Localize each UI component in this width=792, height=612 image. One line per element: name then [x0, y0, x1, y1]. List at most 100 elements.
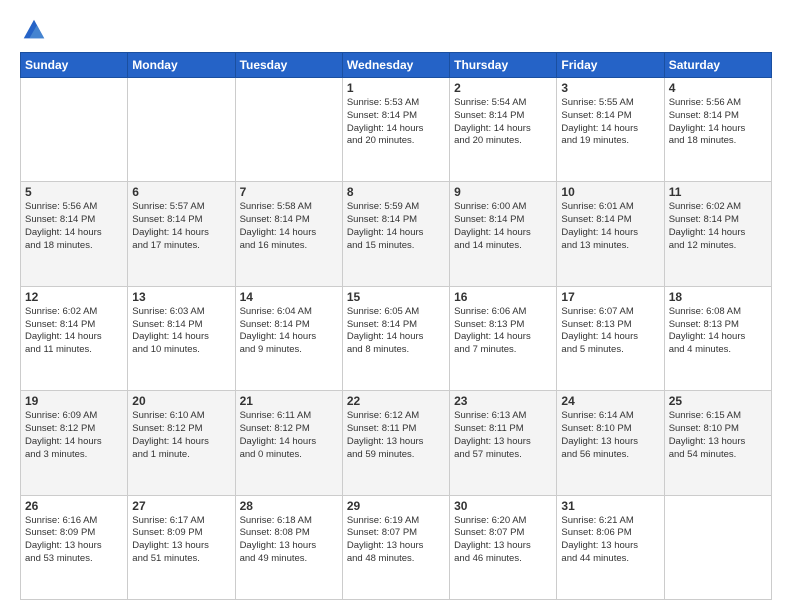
day-info: Sunrise: 6:14 AM Sunset: 8:10 PM Dayligh… [561, 410, 659, 461]
day-number: 13 [132, 290, 230, 304]
day-info: Sunrise: 6:09 AM Sunset: 8:12 PM Dayligh… [25, 410, 123, 461]
day-number: 1 [347, 81, 445, 95]
calendar-cell: 23 Sunrise: 6:13 AM Sunset: 8:11 PM Dayli… [450, 391, 557, 495]
day-info: Sunrise: 5:57 AM Sunset: 8:14 PM Dayligh… [132, 201, 230, 252]
day-number: 22 [347, 394, 445, 408]
day-info: Sunrise: 6:02 AM Sunset: 8:14 PM Dayligh… [669, 201, 767, 252]
calendar-cell [664, 495, 771, 599]
day-info: Sunrise: 6:10 AM Sunset: 8:12 PM Dayligh… [132, 410, 230, 461]
day-info: Sunrise: 6:08 AM Sunset: 8:13 PM Dayligh… [669, 306, 767, 357]
calendar-cell: 21 Sunrise: 6:11 AM Sunset: 8:12 PM Dayli… [235, 391, 342, 495]
day-number: 27 [132, 499, 230, 513]
calendar-cell: 20Sunrise: 6:10 AM Sunset: 8:12 PM Dayli… [128, 391, 235, 495]
day-info: Sunrise: 6:02 AM Sunset: 8:14 PM Dayligh… [25, 306, 123, 357]
day-info: Sunrise: 6:20 AM Sunset: 8:07 PM Dayligh… [454, 515, 552, 566]
day-number: 25 [669, 394, 767, 408]
calendar-cell: 12 Sunrise: 6:02 AM Sunset: 8:14 PM Dayli… [21, 286, 128, 390]
day-number: 12 [25, 290, 123, 304]
calendar-cell: 30 Sunrise: 6:20 AM Sunset: 8:07 PM Dayli… [450, 495, 557, 599]
calendar-cell: 10 Sunrise: 6:01 AM Sunset: 8:14 PM Dayli… [557, 182, 664, 286]
day-number: 9 [454, 185, 552, 199]
day-info: Sunrise: 6:21 AM Sunset: 8:06 PM Dayligh… [561, 515, 659, 566]
weekday-header-thursday: Thursday [450, 53, 557, 78]
weekday-header-row: SundayMondayTuesdayWednesdayThursdayFrid… [21, 53, 772, 78]
day-info: Sunrise: 6:17 AM Sunset: 8:09 PM Dayligh… [132, 515, 230, 566]
day-info: Sunrise: 6:04 AM Sunset: 8:14 PM Dayligh… [240, 306, 338, 357]
day-info: Sunrise: 6:11 AM Sunset: 8:12 PM Dayligh… [240, 410, 338, 461]
calendar-cell: 8 Sunrise: 5:59 AM Sunset: 8:14 PM Daylig… [342, 182, 449, 286]
day-number: 26 [25, 499, 123, 513]
logo-icon [20, 16, 48, 44]
calendar-cell: 17Sunrise: 6:07 AM Sunset: 8:13 PM Dayli… [557, 286, 664, 390]
day-info: Sunrise: 5:56 AM Sunset: 8:14 PM Dayligh… [25, 201, 123, 252]
weekday-header-tuesday: Tuesday [235, 53, 342, 78]
logo [20, 16, 52, 44]
day-info: Sunrise: 6:01 AM Sunset: 8:14 PM Dayligh… [561, 201, 659, 252]
day-info: Sunrise: 6:07 AM Sunset: 8:13 PM Dayligh… [561, 306, 659, 357]
day-info: Sunrise: 6:03 AM Sunset: 8:14 PM Dayligh… [132, 306, 230, 357]
day-number: 8 [347, 185, 445, 199]
day-number: 30 [454, 499, 552, 513]
weekday-header-friday: Friday [557, 53, 664, 78]
day-number: 23 [454, 394, 552, 408]
weekday-header-monday: Monday [128, 53, 235, 78]
calendar-cell: 5 Sunrise: 5:56 AM Sunset: 8:14 PM Daylig… [21, 182, 128, 286]
day-number: 4 [669, 81, 767, 95]
calendar-cell: 6 Sunrise: 5:57 AM Sunset: 8:14 PM Daylig… [128, 182, 235, 286]
day-info: Sunrise: 5:56 AM Sunset: 8:14 PM Dayligh… [669, 97, 767, 148]
day-info: Sunrise: 5:55 AM Sunset: 8:14 PM Dayligh… [561, 97, 659, 148]
page: SundayMondayTuesdayWednesdayThursdayFrid… [0, 0, 792, 612]
calendar-table: SundayMondayTuesdayWednesdayThursdayFrid… [20, 52, 772, 600]
calendar-week-0: 1 Sunrise: 5:53 AM Sunset: 8:14 PM Daylig… [21, 78, 772, 182]
day-info: Sunrise: 5:54 AM Sunset: 8:14 PM Dayligh… [454, 97, 552, 148]
calendar-cell [21, 78, 128, 182]
day-number: 18 [669, 290, 767, 304]
calendar-cell: 16Sunrise: 6:06 AM Sunset: 8:13 PM Dayli… [450, 286, 557, 390]
day-number: 2 [454, 81, 552, 95]
day-info: Sunrise: 5:59 AM Sunset: 8:14 PM Dayligh… [347, 201, 445, 252]
calendar-cell: 18 Sunrise: 6:08 AM Sunset: 8:13 PM Dayli… [664, 286, 771, 390]
day-number: 3 [561, 81, 659, 95]
day-info: Sunrise: 6:05 AM Sunset: 8:14 PM Dayligh… [347, 306, 445, 357]
day-number: 10 [561, 185, 659, 199]
calendar-cell: 31Sunrise: 6:21 AM Sunset: 8:06 PM Dayli… [557, 495, 664, 599]
day-number: 21 [240, 394, 338, 408]
calendar-week-4: 26Sunrise: 6:16 AM Sunset: 8:09 PM Dayli… [21, 495, 772, 599]
calendar-cell: 26Sunrise: 6:16 AM Sunset: 8:09 PM Dayli… [21, 495, 128, 599]
weekday-header-saturday: Saturday [664, 53, 771, 78]
day-info: Sunrise: 6:18 AM Sunset: 8:08 PM Dayligh… [240, 515, 338, 566]
calendar-cell: 24Sunrise: 6:14 AM Sunset: 8:10 PM Dayli… [557, 391, 664, 495]
day-number: 16 [454, 290, 552, 304]
calendar-cell: 19 Sunrise: 6:09 AM Sunset: 8:12 PM Dayli… [21, 391, 128, 495]
calendar-cell: 14 Sunrise: 6:04 AM Sunset: 8:14 PM Dayli… [235, 286, 342, 390]
weekday-header-sunday: Sunday [21, 53, 128, 78]
day-number: 7 [240, 185, 338, 199]
day-number: 5 [25, 185, 123, 199]
calendar-cell: 4 Sunrise: 5:56 AM Sunset: 8:14 PM Daylig… [664, 78, 771, 182]
day-number: 14 [240, 290, 338, 304]
calendar-cell: 9Sunrise: 6:00 AM Sunset: 8:14 PM Daylig… [450, 182, 557, 286]
header [20, 16, 772, 44]
calendar-week-3: 19 Sunrise: 6:09 AM Sunset: 8:12 PM Dayli… [21, 391, 772, 495]
weekday-header-wednesday: Wednesday [342, 53, 449, 78]
calendar-cell: 7 Sunrise: 5:58 AM Sunset: 8:14 PM Daylig… [235, 182, 342, 286]
calendar-cell: 28 Sunrise: 6:18 AM Sunset: 8:08 PM Dayli… [235, 495, 342, 599]
calendar-cell: 22 Sunrise: 6:12 AM Sunset: 8:11 PM Dayli… [342, 391, 449, 495]
calendar-cell: 13 Sunrise: 6:03 AM Sunset: 8:14 PM Dayli… [128, 286, 235, 390]
day-number: 29 [347, 499, 445, 513]
calendar-week-2: 12 Sunrise: 6:02 AM Sunset: 8:14 PM Dayli… [21, 286, 772, 390]
day-number: 28 [240, 499, 338, 513]
calendar-cell: 2 Sunrise: 5:54 AM Sunset: 8:14 PM Daylig… [450, 78, 557, 182]
calendar-cell [128, 78, 235, 182]
calendar-cell: 25Sunrise: 6:15 AM Sunset: 8:10 PM Dayli… [664, 391, 771, 495]
day-number: 6 [132, 185, 230, 199]
day-info: Sunrise: 5:58 AM Sunset: 8:14 PM Dayligh… [240, 201, 338, 252]
day-info: Sunrise: 6:12 AM Sunset: 8:11 PM Dayligh… [347, 410, 445, 461]
calendar-cell: 11Sunrise: 6:02 AM Sunset: 8:14 PM Dayli… [664, 182, 771, 286]
day-info: Sunrise: 6:13 AM Sunset: 8:11 PM Dayligh… [454, 410, 552, 461]
calendar-cell: 1 Sunrise: 5:53 AM Sunset: 8:14 PM Daylig… [342, 78, 449, 182]
day-number: 19 [25, 394, 123, 408]
calendar-cell: 27 Sunrise: 6:17 AM Sunset: 8:09 PM Dayli… [128, 495, 235, 599]
day-info: Sunrise: 5:53 AM Sunset: 8:14 PM Dayligh… [347, 97, 445, 148]
calendar-cell: 3 Sunrise: 5:55 AM Sunset: 8:14 PM Daylig… [557, 78, 664, 182]
